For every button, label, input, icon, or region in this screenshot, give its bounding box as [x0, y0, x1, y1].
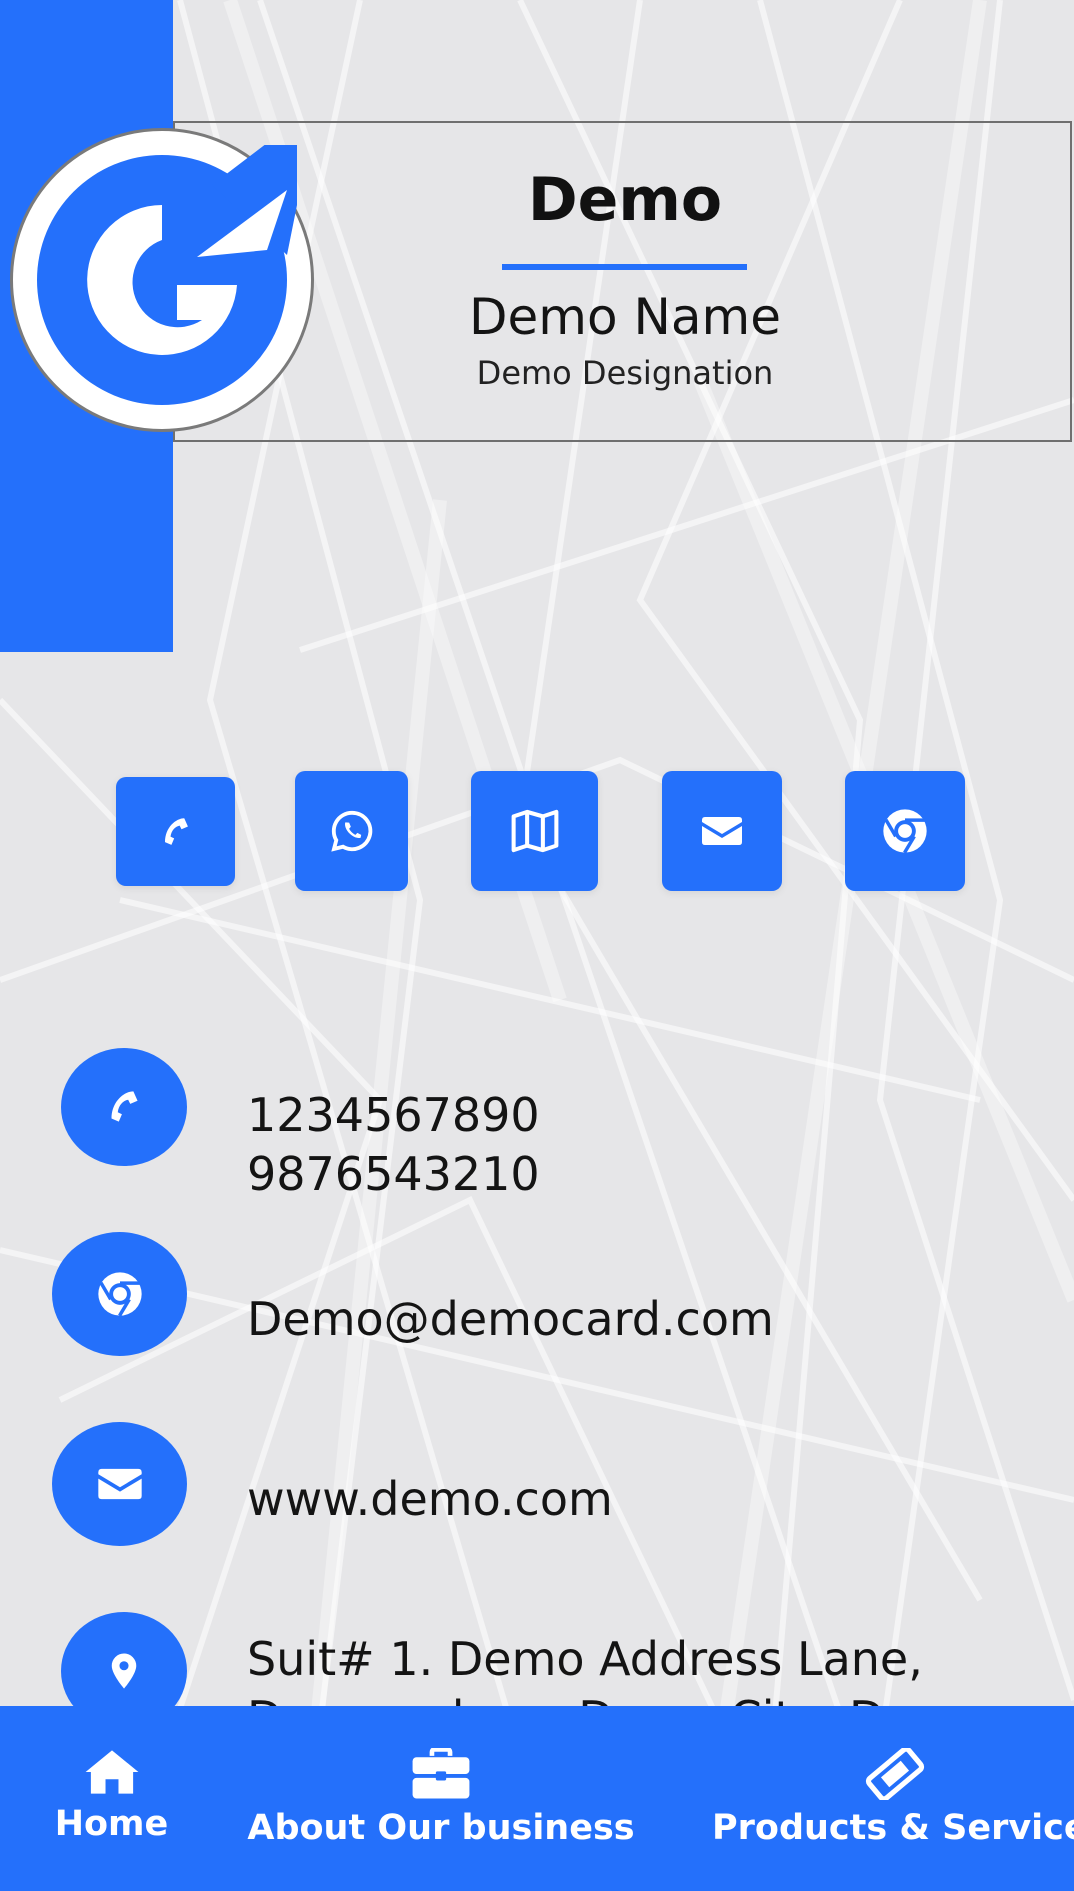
nav-about[interactable]: About Our business — [247, 1706, 635, 1891]
phone-circle-button[interactable] — [61, 1048, 187, 1166]
phone-icon — [164, 817, 188, 845]
website-circle-button[interactable] — [52, 1422, 187, 1546]
website-url[interactable]: www.demo.com — [247, 1470, 613, 1529]
digital-business-card: Demo Demo Name Demo Designation 12345678… — [0, 0, 1074, 1891]
bottom-navigation: Home About Our business Products & Servi… — [0, 1706, 1074, 1891]
nav-products[interactable]: Products & Services — [712, 1706, 1074, 1891]
map-icon — [511, 809, 558, 853]
ticket-icon — [865, 1748, 925, 1800]
person-designation: Demo Designation — [476, 354, 774, 392]
briefcase-icon — [412, 1748, 470, 1799]
nav-about-label: About Our business — [247, 1808, 635, 1848]
nav-products-label: Products & Services — [712, 1808, 1074, 1848]
whatsapp-icon — [330, 810, 372, 852]
phone-icon — [111, 1091, 138, 1122]
company-logo — [10, 128, 314, 432]
person-name: Demo Name — [469, 288, 781, 346]
map-button[interactable] — [471, 771, 598, 891]
address-line-1[interactable]: Suit# 1. Demo Address Lane, — [247, 1630, 986, 1689]
phone-number-secondary[interactable]: 9876543210 — [247, 1145, 540, 1204]
phone-number-primary[interactable]: 1234567890 — [247, 1086, 540, 1145]
email-address[interactable]: Demo@democard.com — [247, 1290, 774, 1349]
email-button[interactable] — [662, 771, 782, 891]
company-name: Demo — [527, 165, 723, 235]
chrome-icon — [883, 809, 927, 854]
chrome-icon — [97, 1272, 142, 1317]
map-pin-icon — [111, 1653, 137, 1689]
title-underline — [502, 264, 747, 270]
g-logo-icon — [37, 145, 297, 405]
whatsapp-button[interactable] — [295, 771, 408, 891]
phone-numbers[interactable]: 1234567890 9876543210 — [247, 1086, 540, 1204]
call-button[interactable] — [116, 777, 235, 886]
email-circle-button[interactable] — [52, 1232, 187, 1356]
envelope-icon — [97, 1468, 142, 1500]
website-button[interactable] — [845, 771, 965, 891]
envelope-icon — [702, 817, 742, 845]
nav-home-label: Home — [54, 1804, 169, 1844]
nav-home[interactable]: Home — [30, 1706, 193, 1891]
home-icon — [85, 1750, 138, 1794]
